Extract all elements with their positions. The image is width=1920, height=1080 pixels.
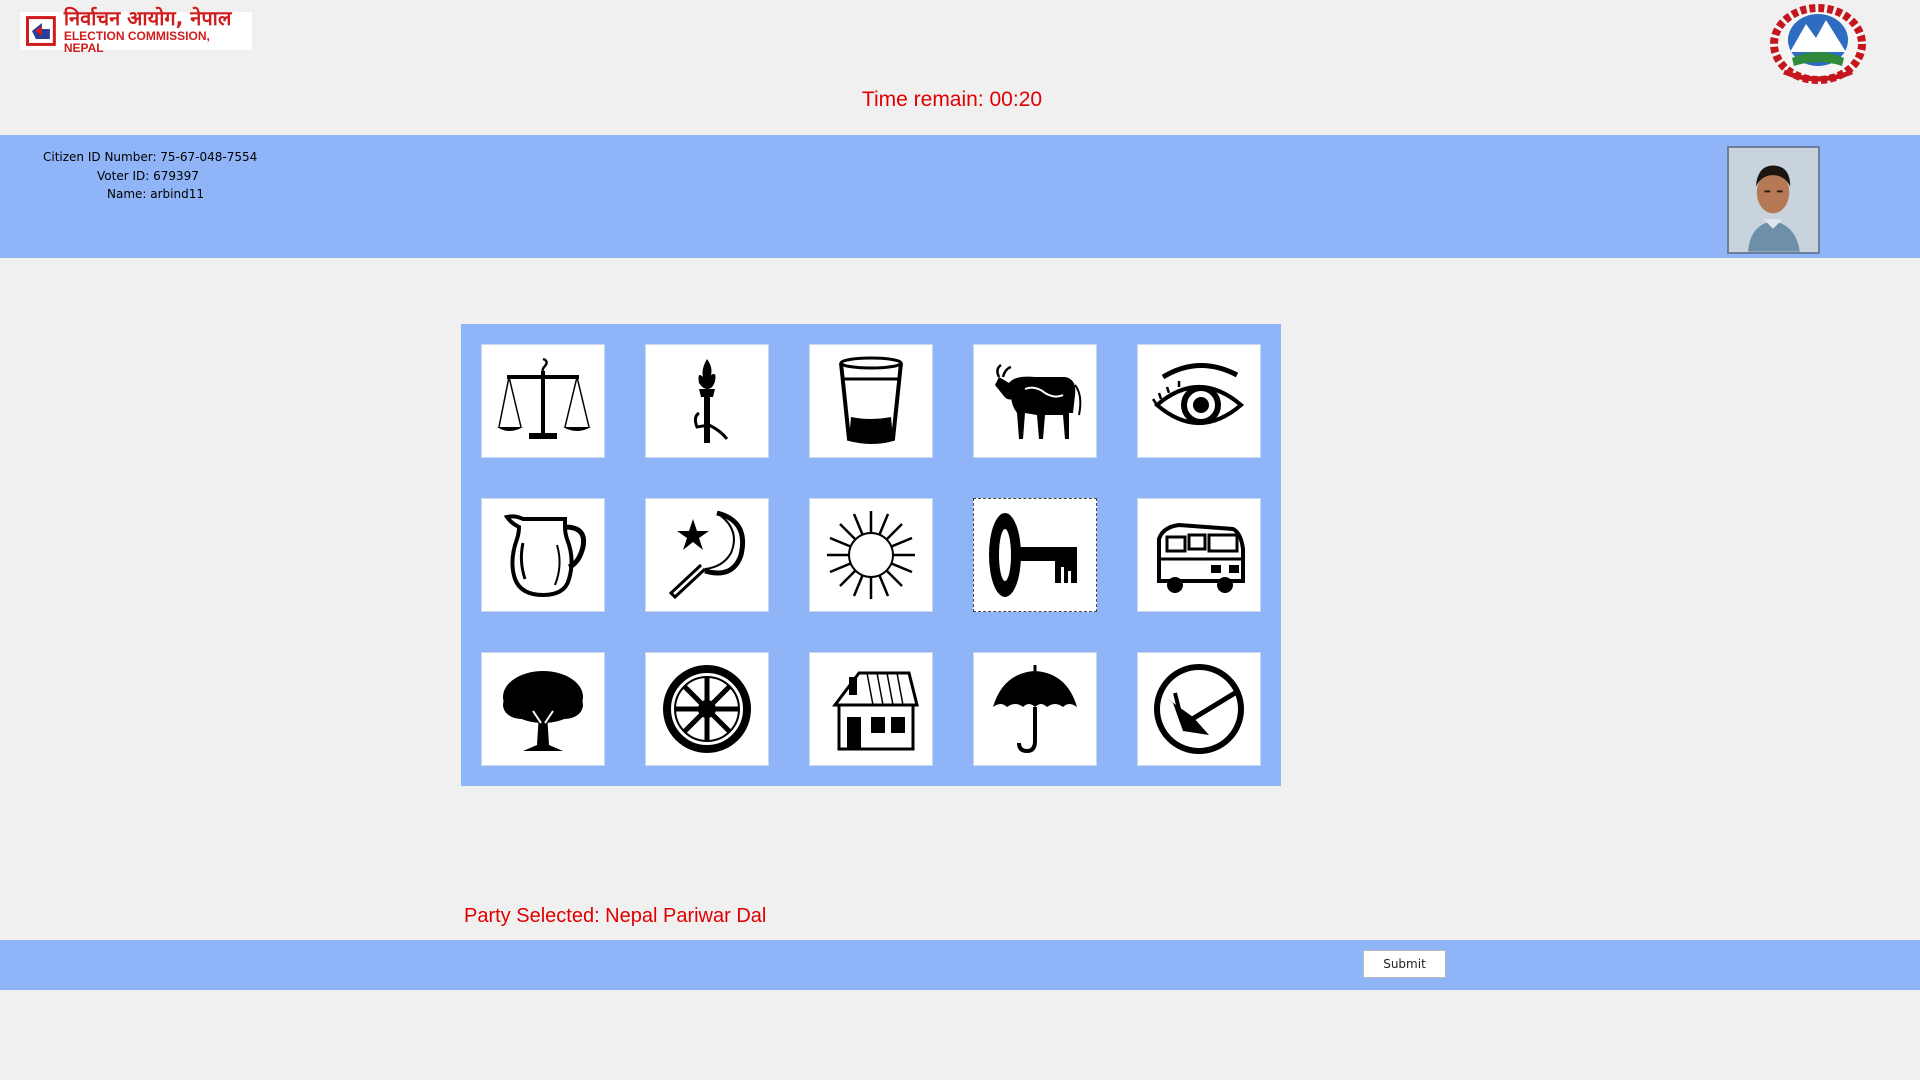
party-symbol-wheel[interactable] [645, 652, 769, 766]
logo-text-devanagari: निर्वाचन आयोग, नेपाल [63, 6, 232, 30]
party-symbol-tree[interactable] [481, 652, 605, 766]
time-remaining: Time remain: 00:20 [861, 88, 1043, 111]
nepal-emblem-icon [1770, 4, 1866, 84]
sun-icon [827, 511, 915, 599]
election-commission-logo: निर्वाचन आयोग, नेपाल ELECTION COMMISSION… [20, 8, 252, 54]
bus-icon [1157, 522, 1245, 593]
wheel-icon [663, 665, 751, 753]
voter-id-label: Voter ID: 679397 [97, 169, 199, 188]
party-symbol-eye[interactable] [1137, 344, 1261, 458]
party-symbol-torch[interactable] [645, 344, 769, 458]
voter-photo-image [1729, 148, 1818, 252]
party-symbol-bus[interactable] [1137, 498, 1261, 612]
house-icon [832, 671, 919, 751]
party-symbol-glass[interactable] [809, 344, 933, 458]
citizen-id-label: Citizen ID Number: 75-67-048-7554 [43, 150, 257, 169]
submit-button[interactable]: Submit [1363, 950, 1446, 978]
jug-icon [503, 514, 587, 598]
party-symbol-cow[interactable] [973, 344, 1097, 458]
party-selected-label: Party Selected: Nepal Pariwar Dal [464, 905, 767, 927]
logo-text-english: ELECTION COMMISSION, NEPAL [63, 29, 210, 55]
umbrella-icon [993, 665, 1077, 754]
party-symbol-umbrella[interactable] [973, 652, 1097, 766]
party-symbol-plough[interactable] [1137, 652, 1261, 766]
cow-icon [995, 363, 1082, 439]
glass-icon [839, 356, 903, 444]
party-symbol-scales[interactable] [481, 344, 605, 458]
plough-icon [1154, 664, 1244, 754]
ballot-panel [461, 324, 1281, 786]
eye-icon [1151, 363, 1245, 425]
torch-icon [693, 359, 729, 443]
voter-photo [1727, 146, 1820, 254]
key-icon [989, 513, 1077, 597]
scales-icon [497, 357, 591, 439]
party-symbol-jug[interactable] [481, 498, 605, 612]
citizen-id: Citizen ID Number: 75-67-048-7554 [43, 150, 258, 164]
sickle-star-icon [668, 510, 745, 600]
tree-icon [503, 671, 583, 751]
submit-band: Submit [0, 940, 1920, 990]
voter-name: Name: arbind11 [107, 187, 204, 201]
voter-name-label: Name: arbind11 [107, 187, 204, 206]
party-symbol-key[interactable] [973, 498, 1097, 612]
party-symbol-sun[interactable] [809, 498, 933, 612]
election-commission-mark-icon [26, 16, 56, 46]
party-symbol-sickle-star[interactable] [645, 498, 769, 612]
voter-info-band: Citizen ID Number: 75-67-048-7554 Voter … [0, 135, 1920, 258]
party-symbol-house[interactable] [809, 652, 933, 766]
voter-id: Voter ID: 679397 [97, 168, 199, 183]
